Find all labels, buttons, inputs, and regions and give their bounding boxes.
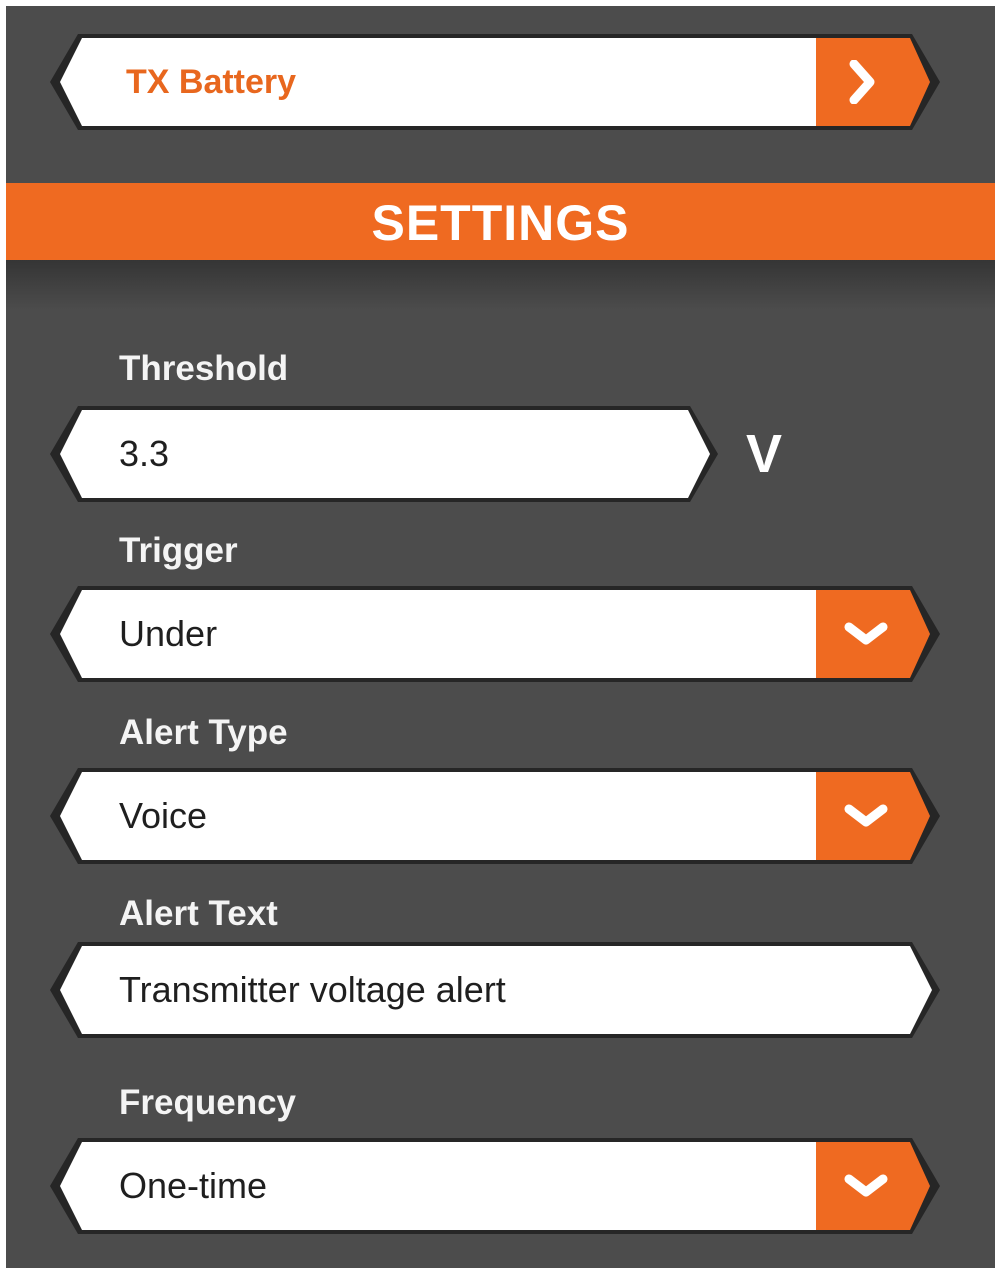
threshold-input[interactable]: 3.3: [50, 406, 730, 502]
frequency-select[interactable]: One-time: [50, 1138, 952, 1234]
trigger-select[interactable]: Under: [50, 586, 952, 682]
chevron-down-icon[interactable]: [816, 768, 916, 864]
chevron-down-icon[interactable]: [816, 586, 916, 682]
alert-text-label: Alert Text: [119, 894, 278, 933]
frequency-label: Frequency: [119, 1083, 296, 1122]
alert-text-input[interactable]: Transmitter voltage alert: [50, 942, 952, 1038]
threshold-label: Threshold: [119, 349, 289, 388]
threshold-value: 3.3: [119, 433, 170, 474]
chevron-right-icon[interactable]: [816, 34, 910, 130]
trigger-label: Trigger: [119, 531, 238, 570]
settings-header: SETTINGS: [6, 183, 995, 260]
frequency-value: One-time: [119, 1165, 268, 1206]
tx-battery-nav-item[interactable]: TX Battery: [50, 34, 952, 130]
threshold-unit: V: [746, 424, 783, 484]
nav-title: TX Battery: [126, 63, 297, 101]
chevron-down-icon[interactable]: [816, 1138, 916, 1234]
alert-text-value: Transmitter voltage alert: [119, 969, 506, 1010]
header-shadow: [6, 260, 995, 310]
alert-type-select[interactable]: Voice: [50, 768, 952, 864]
alert-type-value: Voice: [119, 795, 208, 836]
alert-type-label: Alert Type: [119, 713, 288, 752]
settings-screen: TX Battery SETTINGS Threshold 3.3 V Trig…: [6, 6, 995, 1268]
trigger-value: Under: [119, 613, 218, 654]
